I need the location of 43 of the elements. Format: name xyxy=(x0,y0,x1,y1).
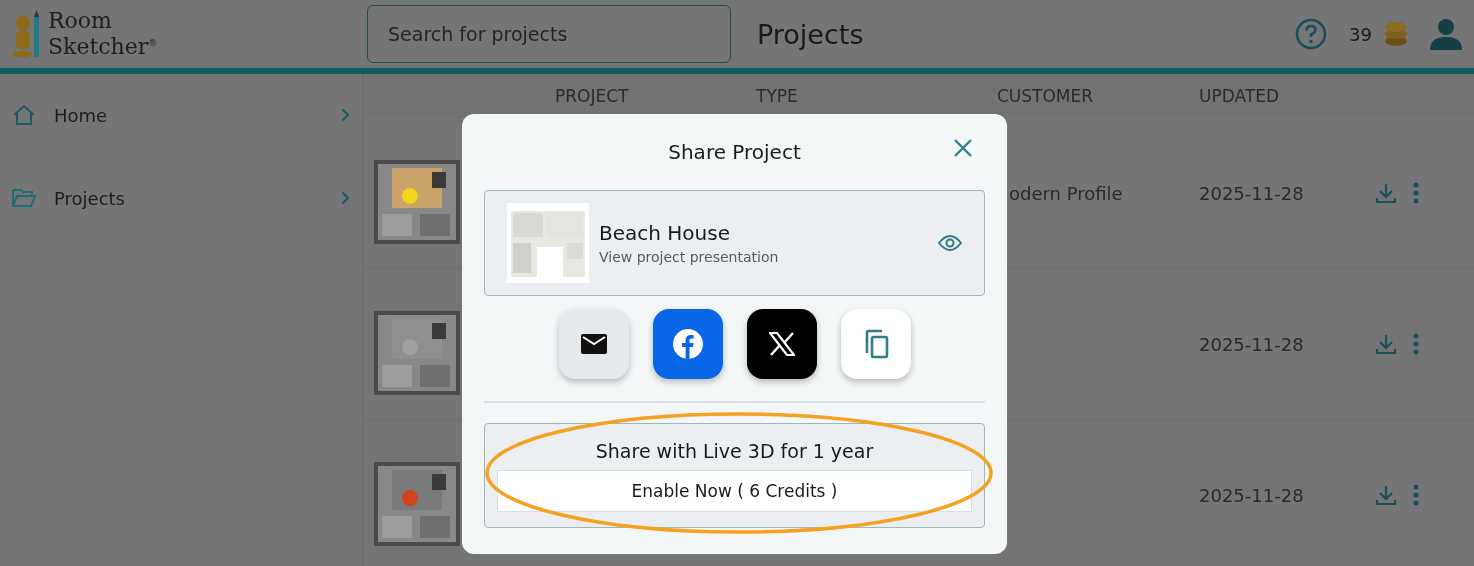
download-icon[interactable] xyxy=(1375,484,1397,506)
eye-icon xyxy=(938,235,962,251)
logo-text: Room xyxy=(48,9,113,32)
download-icon[interactable] xyxy=(1375,333,1397,355)
more-options-icon[interactable] xyxy=(1413,333,1419,355)
facebook-icon xyxy=(671,328,704,360)
download-icon[interactable] xyxy=(1375,182,1397,204)
column-header: TYPE xyxy=(756,86,799,106)
dialog-title: Share Project xyxy=(668,140,801,164)
user-icon[interactable] xyxy=(1428,18,1464,50)
page-title: Projects xyxy=(757,18,865,50)
more-options-icon[interactable] xyxy=(1413,484,1419,506)
sidebar-label: Projects xyxy=(54,187,126,209)
view-button[interactable] xyxy=(938,235,962,251)
table-cell-text: 2025-11-28 xyxy=(1199,182,1305,204)
mail-icon xyxy=(580,334,607,354)
share-button[interactable] xyxy=(558,309,629,379)
logo-text: Sketcher$^{®}$ xyxy=(48,33,158,59)
search-field[interactable]: Search for projects xyxy=(367,5,731,63)
column-header: PROJECT xyxy=(555,86,630,106)
home-icon xyxy=(12,104,36,126)
project-subtitle: View project presentation xyxy=(599,249,780,265)
credits-count: 39 xyxy=(1349,23,1372,45)
close-icon xyxy=(953,138,973,158)
column-header: UPDATED xyxy=(1199,86,1280,106)
table-cell-text: 2025-11-28 xyxy=(1199,484,1305,506)
table-cell-text: 2025-11-28 xyxy=(1199,333,1305,355)
sidebar-item[interactable]: Home xyxy=(0,74,362,157)
coins-icon xyxy=(1384,21,1408,47)
column-header: CUSTOMER xyxy=(997,86,1095,106)
table-cell-text: odern Profile xyxy=(1009,182,1124,204)
help-icon[interactable] xyxy=(1295,18,1328,50)
folder-icon xyxy=(12,188,36,208)
enable-button[interactable]: Enable Now ( 6 Credits ) xyxy=(497,470,972,512)
project-name: Beach House xyxy=(599,221,731,245)
x-logo-icon xyxy=(768,332,795,356)
chevron-right-icon xyxy=(341,108,350,122)
share-button[interactable] xyxy=(746,309,817,379)
sidebar-item[interactable]: Projects xyxy=(0,157,362,240)
more-options-icon[interactable] xyxy=(1413,182,1419,204)
live3d-title: Share with Live 3D for 1 year xyxy=(594,440,875,462)
chevron-right-icon xyxy=(341,191,350,205)
sidebar-label: Home xyxy=(54,104,109,126)
